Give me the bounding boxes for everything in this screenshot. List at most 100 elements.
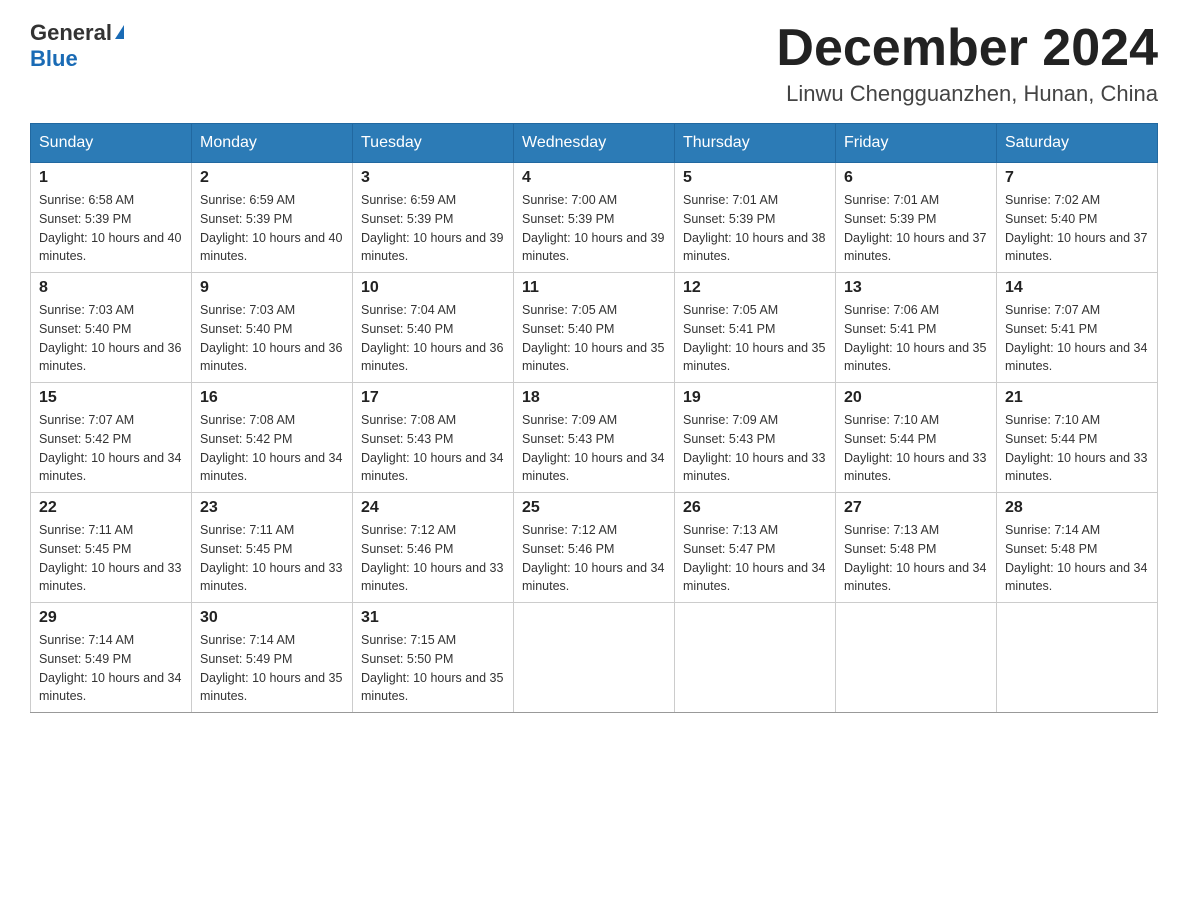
calendar-week-row: 8 Sunrise: 7:03 AMSunset: 5:40 PMDaylight… [31, 273, 1158, 383]
calendar-cell: 1Sunrise: 6:58 AMSunset: 5:39 PMDaylight… [31, 163, 192, 273]
day-info: Sunrise: 7:15 AMSunset: 5:50 PMDaylight:… [361, 631, 505, 706]
logo: General Blue [30, 20, 124, 72]
day-info: Sunrise: 7:14 AMSunset: 5:49 PMDaylight:… [39, 631, 183, 706]
day-number: 1 [39, 169, 183, 187]
calendar-cell: 3 Sunrise: 6:59 AMSunset: 5:39 PMDaylight… [353, 163, 514, 273]
day-info: Sunrise: 6:59 AMSunset: 5:39 PMDaylight:… [361, 191, 505, 266]
weekday-header-friday: Friday [836, 124, 997, 163]
day-number: 15 [39, 389, 183, 407]
day-number: 28 [1005, 499, 1149, 517]
day-info: Sunrise: 7:14 AMSunset: 5:48 PMDaylight:… [1005, 521, 1149, 596]
day-number: 14 [1005, 279, 1149, 297]
calendar-cell: 25 Sunrise: 7:12 AMSunset: 5:46 PMDayligh… [514, 493, 675, 603]
day-number: 4 [522, 169, 666, 187]
day-number: 6 [844, 169, 988, 187]
day-number: 16 [200, 389, 344, 407]
weekday-header-wednesday: Wednesday [514, 124, 675, 163]
calendar-cell: 11 Sunrise: 7:05 AMSunset: 5:40 PMDayligh… [514, 273, 675, 383]
calendar-week-row: 22Sunrise: 7:11 AMSunset: 5:45 PMDayligh… [31, 493, 1158, 603]
calendar-cell: 12Sunrise: 7:05 AMSunset: 5:41 PMDayligh… [675, 273, 836, 383]
day-number: 5 [683, 169, 827, 187]
calendar-cell: 10 Sunrise: 7:04 AMSunset: 5:40 PMDayligh… [353, 273, 514, 383]
day-info: Sunrise: 7:05 AMSunset: 5:40 PMDaylight:… [522, 301, 666, 376]
day-info: Sunrise: 7:00 AMSunset: 5:39 PMDaylight:… [522, 191, 666, 266]
day-number: 3 [361, 169, 505, 187]
day-number: 20 [844, 389, 988, 407]
weekday-header-monday: Monday [192, 124, 353, 163]
day-number: 21 [1005, 389, 1149, 407]
day-number: 24 [361, 499, 505, 517]
calendar-cell: 21 Sunrise: 7:10 AMSunset: 5:44 PMDayligh… [997, 383, 1158, 493]
calendar-cell: 13Sunrise: 7:06 AMSunset: 5:41 PMDayligh… [836, 273, 997, 383]
day-info: Sunrise: 7:12 AMSunset: 5:46 PMDaylight:… [361, 521, 505, 596]
calendar-cell: 26Sunrise: 7:13 AMSunset: 5:47 PMDayligh… [675, 493, 836, 603]
calendar-cell: 18 Sunrise: 7:09 AMSunset: 5:43 PMDayligh… [514, 383, 675, 493]
day-number: 31 [361, 609, 505, 627]
calendar-cell: 2 Sunrise: 6:59 AMSunset: 5:39 PMDaylight… [192, 163, 353, 273]
day-number: 7 [1005, 169, 1149, 187]
day-number: 30 [200, 609, 344, 627]
calendar-cell: 29 Sunrise: 7:14 AMSunset: 5:49 PMDayligh… [31, 603, 192, 713]
day-number: 23 [200, 499, 344, 517]
day-number: 19 [683, 389, 827, 407]
day-info: Sunrise: 7:10 AMSunset: 5:44 PMDaylight:… [1005, 411, 1149, 486]
calendar-cell: 23 Sunrise: 7:11 AMSunset: 5:45 PMDayligh… [192, 493, 353, 603]
page-subtitle: Linwu Chengguanzhen, Hunan, China [776, 81, 1158, 107]
day-info: Sunrise: 7:04 AMSunset: 5:40 PMDaylight:… [361, 301, 505, 376]
day-info: Sunrise: 7:11 AMSunset: 5:45 PMDaylight:… [39, 521, 183, 596]
day-info: Sunrise: 7:07 AMSunset: 5:41 PMDaylight:… [1005, 301, 1149, 376]
day-info: Sunrise: 7:09 AMSunset: 5:43 PMDaylight:… [683, 411, 827, 486]
weekday-header-tuesday: Tuesday [353, 124, 514, 163]
calendar-cell: 22Sunrise: 7:11 AMSunset: 5:45 PMDayligh… [31, 493, 192, 603]
day-info: Sunrise: 7:09 AMSunset: 5:43 PMDaylight:… [522, 411, 666, 486]
day-info: Sunrise: 7:01 AMSunset: 5:39 PMDaylight:… [844, 191, 988, 266]
calendar-cell [836, 603, 997, 713]
day-number: 8 [39, 279, 183, 297]
day-number: 25 [522, 499, 666, 517]
calendar-cell: 15 Sunrise: 7:07 AMSunset: 5:42 PMDayligh… [31, 383, 192, 493]
day-info: Sunrise: 7:14 AMSunset: 5:49 PMDaylight:… [200, 631, 344, 706]
calendar-cell: 20 Sunrise: 7:10 AMSunset: 5:44 PMDayligh… [836, 383, 997, 493]
day-number: 2 [200, 169, 344, 187]
calendar-cell: 6 Sunrise: 7:01 AMSunset: 5:39 PMDaylight… [836, 163, 997, 273]
day-info: Sunrise: 7:13 AMSunset: 5:48 PMDaylight:… [844, 521, 988, 596]
day-number: 26 [683, 499, 827, 517]
day-info: Sunrise: 7:12 AMSunset: 5:46 PMDaylight:… [522, 521, 666, 596]
day-info: Sunrise: 7:10 AMSunset: 5:44 PMDaylight:… [844, 411, 988, 486]
calendar-cell: 19 Sunrise: 7:09 AMSunset: 5:43 PMDayligh… [675, 383, 836, 493]
day-info: Sunrise: 7:01 AMSunset: 5:39 PMDaylight:… [683, 191, 827, 266]
day-number: 13 [844, 279, 988, 297]
day-info: Sunrise: 6:59 AMSunset: 5:39 PMDaylight:… [200, 191, 344, 266]
day-number: 11 [522, 279, 666, 297]
calendar-cell: 30 Sunrise: 7:14 AMSunset: 5:49 PMDayligh… [192, 603, 353, 713]
calendar-cell: 9 Sunrise: 7:03 AMSunset: 5:40 PMDaylight… [192, 273, 353, 383]
calendar-cell: 4 Sunrise: 7:00 AMSunset: 5:39 PMDaylight… [514, 163, 675, 273]
calendar-week-row: 15 Sunrise: 7:07 AMSunset: 5:42 PMDayligh… [31, 383, 1158, 493]
calendar-cell: 5 Sunrise: 7:01 AMSunset: 5:39 PMDaylight… [675, 163, 836, 273]
day-number: 12 [683, 279, 827, 297]
weekday-header-thursday: Thursday [675, 124, 836, 163]
day-number: 17 [361, 389, 505, 407]
day-info: Sunrise: 7:07 AMSunset: 5:42 PMDaylight:… [39, 411, 183, 486]
day-info: Sunrise: 7:03 AMSunset: 5:40 PMDaylight:… [200, 301, 344, 376]
logo-blue-text: Blue [30, 46, 78, 72]
day-number: 27 [844, 499, 988, 517]
day-info: Sunrise: 7:11 AMSunset: 5:45 PMDaylight:… [200, 521, 344, 596]
calendar-cell: 17Sunrise: 7:08 AMSunset: 5:43 PMDayligh… [353, 383, 514, 493]
title-block: December 2024 Linwu Chengguanzhen, Hunan… [776, 20, 1158, 107]
calendar-cell [514, 603, 675, 713]
calendar-header-row: SundayMondayTuesdayWednesdayThursdayFrid… [31, 124, 1158, 163]
calendar-cell [997, 603, 1158, 713]
calendar-cell [675, 603, 836, 713]
calendar-week-row: 29 Sunrise: 7:14 AMSunset: 5:49 PMDayligh… [31, 603, 1158, 713]
logo-triangle-icon [115, 25, 124, 39]
day-number: 29 [39, 609, 183, 627]
day-number: 9 [200, 279, 344, 297]
logo-general-text: General [30, 20, 112, 46]
day-number: 18 [522, 389, 666, 407]
day-number: 10 [361, 279, 505, 297]
calendar-cell: 8Sunrise: 7:03 AMSunset: 5:40 PMDaylight… [31, 273, 192, 383]
calendar-cell: 16Sunrise: 7:08 AMSunset: 5:42 PMDayligh… [192, 383, 353, 493]
calendar-cell: 7Sunrise: 7:02 AMSunset: 5:40 PMDaylight… [997, 163, 1158, 273]
calendar-cell: 28 Sunrise: 7:14 AMSunset: 5:48 PMDayligh… [997, 493, 1158, 603]
